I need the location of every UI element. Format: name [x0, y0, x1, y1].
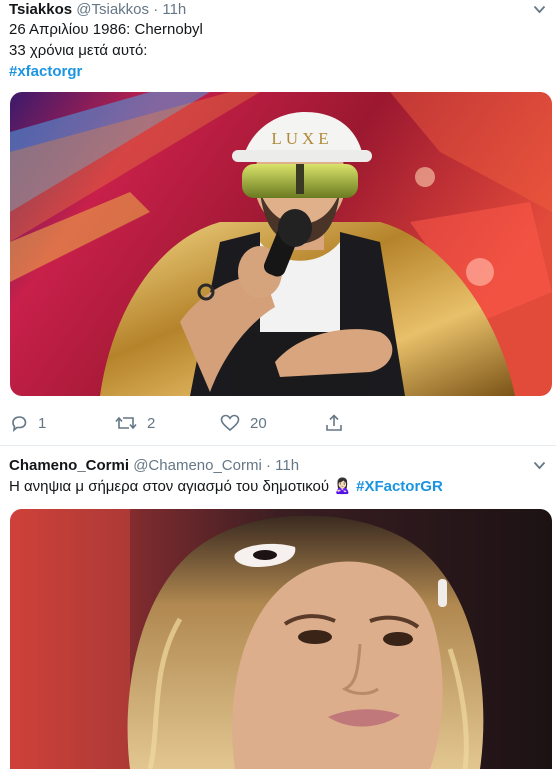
tweet-photo[interactable]: LUXE [10, 92, 552, 396]
tweet-1[interactable]: Tsiakkos @Tsiakkos · 11h 26 Απριλίου 198… [0, 0, 556, 445]
chevron-down-icon[interactable] [533, 458, 546, 474]
hashtag-link[interactable]: #xfactorgr [9, 63, 82, 80]
share-button[interactable] [325, 411, 343, 435]
reply-icon [12, 416, 27, 432]
woman-photo-image [10, 509, 552, 769]
user-handle[interactable]: @Tsiakkos [76, 1, 149, 18]
retweet-icon [115, 416, 137, 430]
share-icon [326, 414, 342, 431]
tweet-2[interactable]: Chameno_Cormi @Chameno_Cormi · 11h Η ανη… [0, 446, 556, 769]
reply-count: 1 [38, 414, 47, 432]
timestamp[interactable]: 11h [162, 1, 186, 18]
user-handle[interactable]: @Chameno_Cormi [133, 457, 262, 474]
hashtag-link[interactable]: #XFactorGR [356, 478, 443, 495]
heart-icon [220, 414, 240, 432]
woman-emoji-icon: 🙎🏻‍♀️ [333, 478, 352, 495]
reply-button[interactable]: 1 [10, 411, 46, 435]
retweet-count: 2 [147, 414, 156, 432]
user-name[interactable]: Chameno_Cormi [9, 457, 129, 474]
chevron-down-icon[interactable] [533, 2, 546, 18]
like-button[interactable]: 20 [220, 411, 267, 435]
like-count: 20 [250, 414, 267, 432]
tweet-text-line-1: 26 Απριλίου 1986: Chernobyl [9, 21, 203, 38]
tweet-photo[interactable] [10, 509, 552, 769]
timestamp[interactable]: 11h [275, 457, 299, 474]
separator-dot: · [265, 457, 271, 474]
retweet-button[interactable]: 2 [115, 411, 155, 435]
tweet-text-body: Η ανηψια μ σήμερα στον αγιασμό του δημοτ… [9, 478, 330, 495]
performer-photo-image: LUXE [10, 92, 552, 396]
tweet-actions: 1 2 20 [10, 411, 550, 435]
user-name[interactable]: Tsiakkos [9, 1, 72, 18]
tweet-text-line-2: 33 χρόνια μετά αυτό: [9, 42, 148, 59]
separator-dot: · [153, 1, 159, 18]
tweet-text: Η ανηψια μ σήμερα στον αγιασμό του δημοτ… [9, 478, 443, 495]
tweet-header: Tsiakkos @Tsiakkos · 11h [9, 0, 186, 20]
svg-text:LUXE: LUXE [271, 129, 332, 148]
tweet-header: Chameno_Cormi @Chameno_Cormi · 11h [9, 456, 299, 476]
